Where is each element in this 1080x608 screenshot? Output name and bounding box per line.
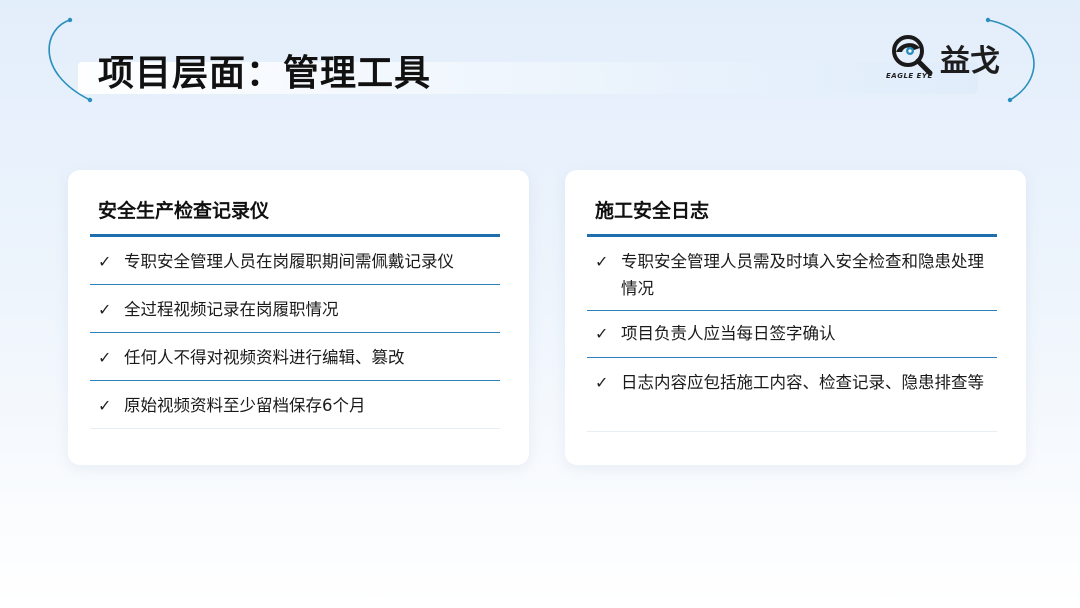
list-item: ✓ 原始视频资料至少留档保存6个月 <box>90 381 500 429</box>
page-title: 项目层面：管理工具 <box>98 53 432 94</box>
logo-name: 益戈 <box>940 44 1000 79</box>
card-title: 施工安全日志 <box>595 200 710 222</box>
card-safety-recorder: 安全生产检查记录仪 ✓ 专职安全管理人员在岗履职期间需佩戴记录仪 ✓ 全过程视频… <box>68 170 529 465</box>
check-icon: ✓ <box>98 300 112 319</box>
list-item-text: 任何人不得对视频资料进行编辑、篡改 <box>124 348 405 367</box>
logo-subtitle: EAGLE EYE <box>886 72 933 80</box>
slide: 项目层面：管理工具 益戈 EAGLE EYE 安全生产检查记录仪 ✓ 专职安全管… <box>0 0 1080 608</box>
list-item-text: 项目负责人应当每日签字确认 <box>621 324 836 343</box>
list-item: ✓ 项目负责人应当每日签字确认 <box>587 311 997 358</box>
check-icon: ✓ <box>98 396 112 415</box>
card-item-list: ✓ 专职安全管理人员需及时填入安全检查和隐患处理情况 ✓ 项目负责人应当每日签字… <box>587 237 997 432</box>
list-item: ✓ 专职安全管理人员在岗履职期间需佩戴记录仪 <box>90 237 500 285</box>
brand-logo: 益戈 EAGLE EYE <box>886 32 1016 84</box>
check-icon: ✓ <box>595 324 609 343</box>
card-item-list: ✓ 专职安全管理人员在岗履职期间需佩戴记录仪 ✓ 全过程视频记录在岗履职情况 ✓… <box>90 237 500 429</box>
list-item-text: 专职安全管理人员需及时填入安全检查和隐患处理情况 <box>621 252 984 298</box>
check-icon: ✓ <box>98 348 112 367</box>
card-title: 安全生产检查记录仪 <box>98 200 270 222</box>
list-item: ✓ 专职安全管理人员需及时填入安全检查和隐患处理情况 <box>587 237 997 311</box>
check-icon: ✓ <box>98 252 112 271</box>
check-icon: ✓ <box>595 373 609 392</box>
check-icon: ✓ <box>595 252 609 271</box>
list-item-text: 全过程视频记录在岗履职情况 <box>124 300 339 319</box>
list-item-text: 原始视频资料至少留档保存6个月 <box>124 396 366 415</box>
list-item-text: 日志内容应包括施工内容、检查记录、隐患排查等 <box>621 373 984 392</box>
list-item: ✓ 全过程视频记录在岗履职情况 <box>90 285 500 333</box>
card-construction-safety-log: 施工安全日志 ✓ 专职安全管理人员需及时填入安全检查和隐患处理情况 ✓ 项目负责… <box>565 170 1026 465</box>
list-item-text: 专职安全管理人员在岗履职期间需佩戴记录仪 <box>124 252 454 271</box>
list-item: ✓ 日志内容应包括施工内容、检查记录、隐患排查等 <box>587 358 997 432</box>
list-item: ✓ 任何人不得对视频资料进行编辑、篡改 <box>90 333 500 381</box>
